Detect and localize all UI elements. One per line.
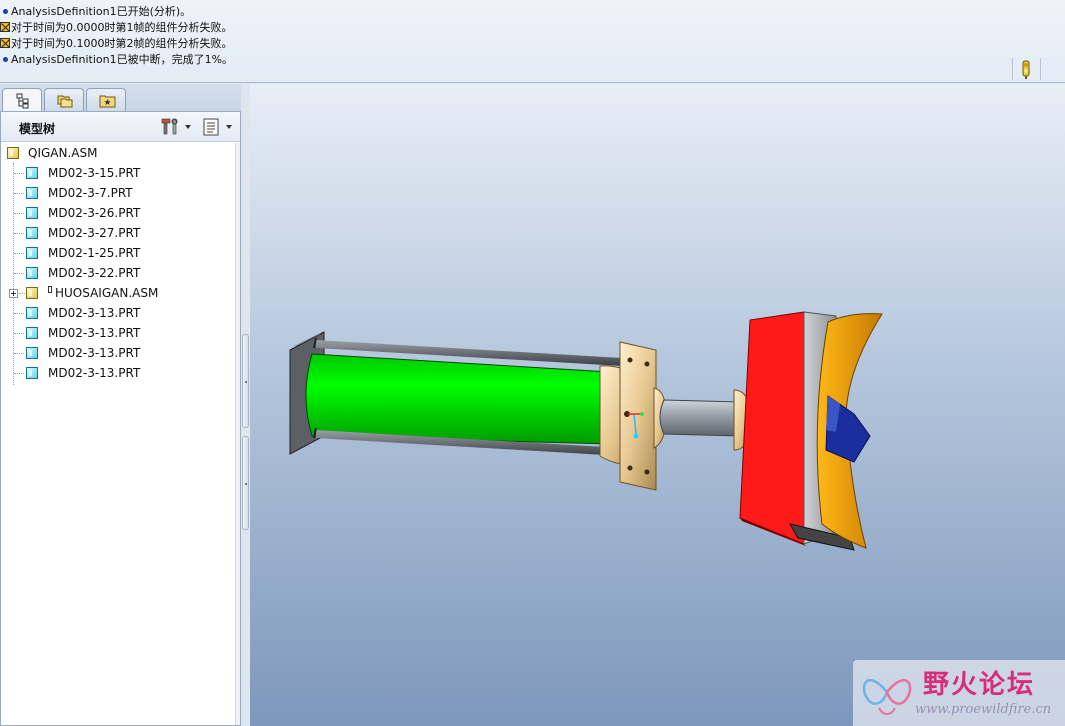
tree-connector [14,253,24,254]
tree-item-label: MD02-3-13.PRT [48,346,141,360]
part-icon [26,347,38,359]
assembly-model[interactable] [250,84,1065,726]
tree-item[interactable]: MD02-3-27.PRT [1,223,235,243]
tree-connector [14,333,24,334]
reference-marker-icon [48,286,52,293]
assembly-icon [26,287,38,299]
tree-item-label: MD02-3-13.PRT [48,306,141,320]
message-text: AnalysisDefinition1已开始(分析)。 [11,5,192,18]
part-icon [26,327,38,339]
tree-item[interactable]: MD02-1-25.PRT [1,243,235,263]
red-mounting-block[interactable] [739,311,805,545]
part-icon [26,307,38,319]
watermark-url: www.proewildfire.cn [915,702,1052,717]
tree-connector [14,193,24,194]
message-line: AnalysisDefinition1已开始(分析)。 [0,4,191,20]
warning-icon [0,22,10,32]
tree-item-subassembly[interactable]: HUOSAIGAN.ASM [1,283,235,303]
butterfly-logo-icon [862,678,912,715]
tree-connector [14,233,24,234]
model-tree-header: 模型树 [1,112,240,142]
message-line: 对于时间为0.1000时第2帧的组件分析失败。 [0,36,233,52]
model-tree-title: 模型树 [19,122,56,136]
list-icon [203,118,219,136]
tree-item[interactable]: MD02-3-13.PRT [1,303,235,323]
message-text: AnalysisDefinition1已被中断，完成了1%。 [11,53,234,66]
message-text: 对于时间为0.1000时第2帧的组件分析失败。 [11,37,233,50]
tree-scroll-edge [235,143,240,725]
model-tree: QIGAN.ASM MD02-3-15.PRT MD02-3-7.PRT MD0… [1,143,235,725]
tree-item-label: MD02-3-26.PRT [48,206,141,220]
tree-item-label: MD02-3-22.PRT [48,266,141,280]
sash-grip-upper[interactable] [242,334,249,428]
tree-connector [19,293,25,294]
tree-root-item[interactable]: QIGAN.ASM [1,143,235,163]
traffic-light-icon[interactable] [1018,58,1034,80]
toolbar-separator [1040,58,1041,80]
tree-show-button[interactable] [202,117,234,137]
tools-icon [161,118,178,135]
tree-item-label: HUOSAIGAN.ASM [55,286,159,300]
tree-item-label: MD02-3-15.PRT [48,166,141,180]
piston-rod[interactable] [659,399,745,437]
tree-item[interactable]: MD02-3-13.PRT [1,363,235,383]
tree-item[interactable]: MD02-3-22.PRT [1,263,235,283]
part-icon [26,247,38,259]
tree-connector [14,353,24,354]
folders-icon [57,95,73,108]
chevron-down-icon [226,125,232,129]
toolbar-separator [1012,58,1013,80]
tree-connector [14,213,24,214]
model-tree-tab[interactable] [2,88,42,112]
part-icon [26,227,38,239]
message-line: 对于时间为0.0000时第1帧的组件分析失败。 [0,20,233,36]
assembly-icon [7,147,19,159]
tree-item-label: MD02-3-13.PRT [48,326,141,340]
model-tree-panel: 模型树 QIGAN.ASM MD02-3-15.PRT MD02-3-7.PRT… [0,111,241,726]
tree-item[interactable]: MD02-3-13.PRT [1,323,235,343]
warning-icon [0,38,10,48]
part-icon [26,207,38,219]
model-tree-icon [16,93,29,109]
tree-item[interactable]: MD02-3-7.PRT [1,183,235,203]
tree-item-label: MD02-1-25.PRT [48,246,141,260]
info-bullet-icon [0,4,10,20]
tree-connector [14,173,24,174]
cylinder-barrel[interactable] [305,353,617,445]
message-line: AnalysisDefinition1已被中断，完成了1%。 [0,52,233,68]
chevron-down-icon [185,125,191,129]
info-bullet-icon [0,52,10,68]
folder-browser-tab[interactable] [44,88,84,111]
message-area: AnalysisDefinition1已开始(分析)。 对于时间为0.0000时… [0,0,1065,83]
tree-item[interactable]: MD02-3-26.PRT [1,203,235,223]
tree-settings-button[interactable] [161,117,193,137]
part-icon [26,187,38,199]
part-icon [26,367,38,379]
expand-icon[interactable] [9,289,18,298]
tree-item[interactable]: MD02-3-13.PRT [1,343,235,363]
tree-item-label: MD02-3-27.PRT [48,226,141,240]
message-text: 对于时间为0.0000时第1帧的组件分析失败。 [11,21,233,34]
graphics-viewport[interactable] [250,84,1065,726]
tree-connector [14,373,24,374]
tree-item-label: MD02-3-13.PRT [48,366,141,380]
panel-sash[interactable] [241,84,250,726]
tree-item[interactable]: MD02-3-15.PRT [1,163,235,183]
navigator-tab-bar [0,84,250,112]
part-icon [26,167,38,179]
tree-connector [14,313,24,314]
part-icon [26,267,38,279]
favorites-tab[interactable] [86,88,126,111]
tree-item-label: QIGAN.ASM [28,146,98,160]
forum-watermark: 野火论坛 www.proewildfire.cn [853,660,1065,726]
sash-grip-lower[interactable] [242,436,249,530]
tree-connector [14,273,24,274]
favorites-folder-icon [99,95,116,108]
tree-item-label: MD02-3-7.PRT [48,186,133,200]
watermark-title: 野火论坛 [923,670,1036,700]
